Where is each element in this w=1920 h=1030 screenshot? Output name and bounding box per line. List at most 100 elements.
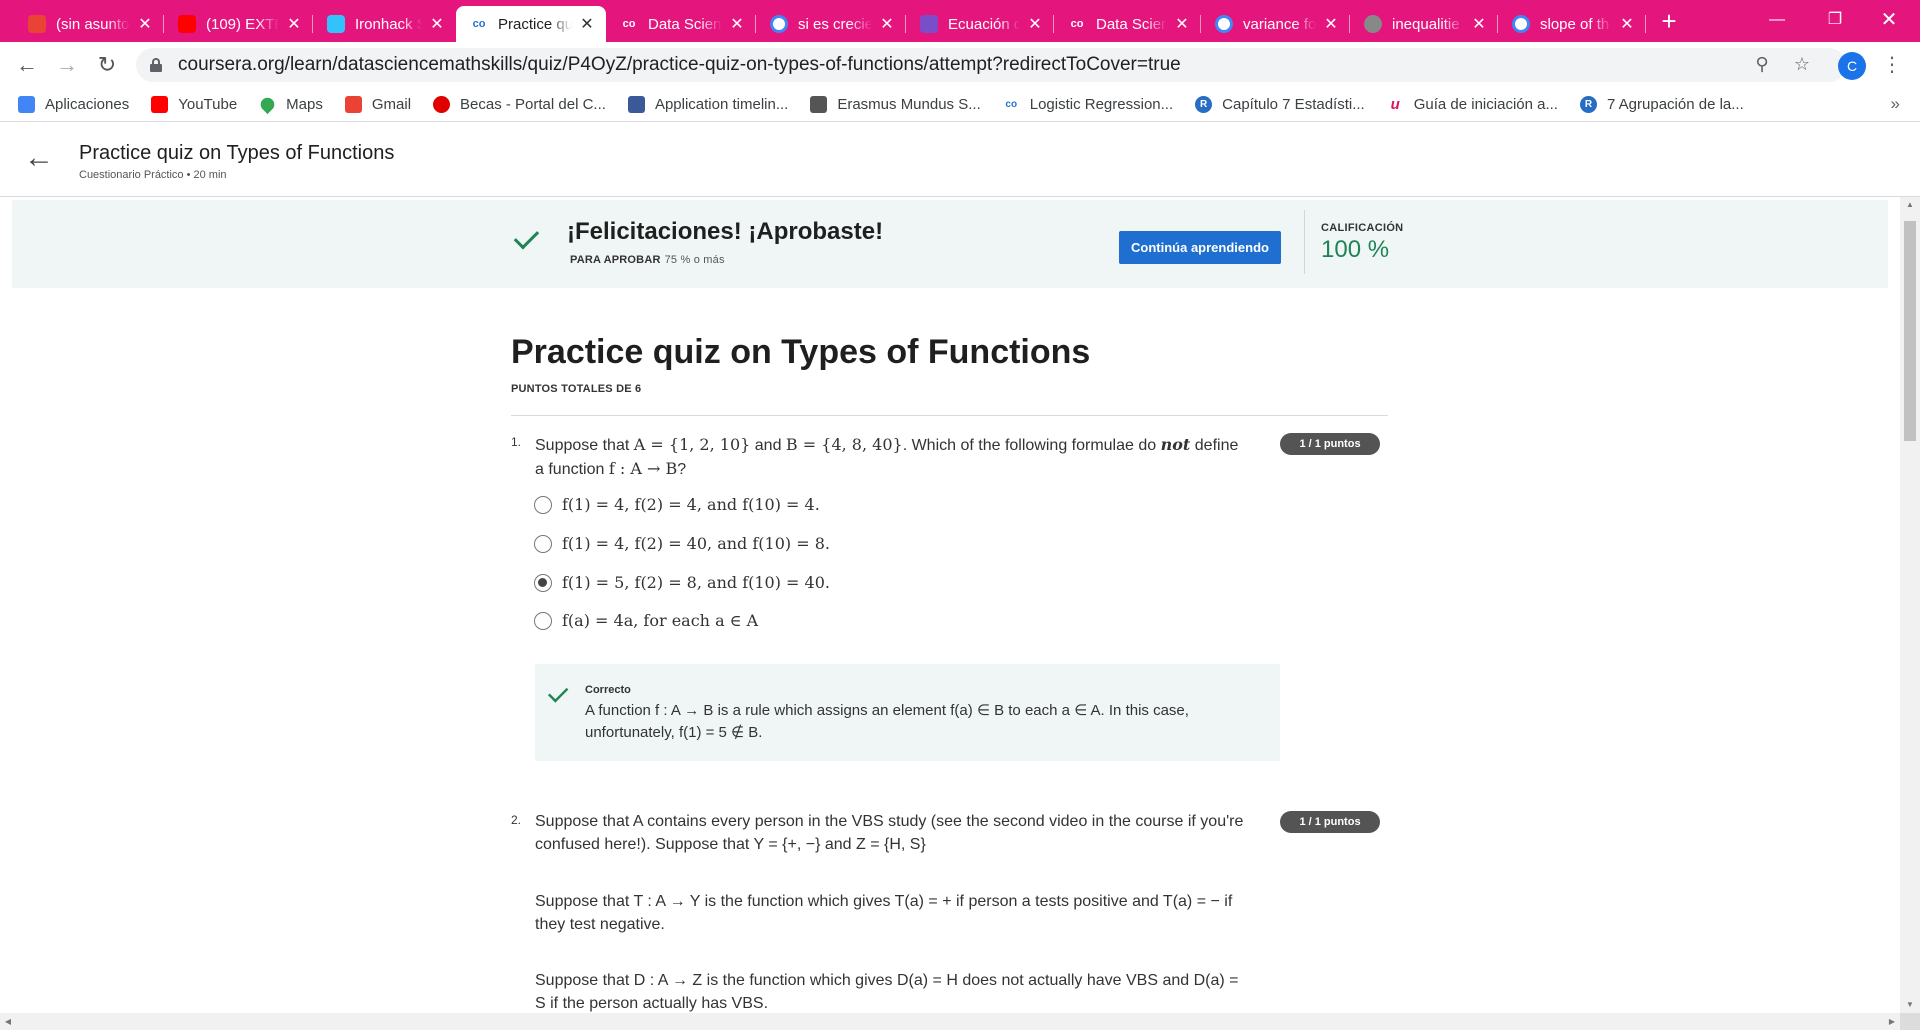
answer-option[interactable]: f(1) = 4, f(2) = 4, and f(10) = 4.	[534, 495, 820, 514]
horizontal-scrollbar[interactable]: ◀ ▶	[0, 1013, 1900, 1030]
tab-label: (109) EXTR	[206, 15, 279, 33]
apps-grid-icon	[18, 96, 35, 113]
close-tab-icon[interactable]: ✕	[1618, 14, 1636, 34]
browser-tab[interactable]: (109) EXTR ✕	[164, 6, 313, 42]
radio-button[interactable]	[534, 534, 552, 553]
answer-option-selected[interactable]: f(1) = 5, f(2) = 8, and f(10) = 40.	[534, 573, 830, 592]
main-content: ¡Felicitaciones! ¡Aprobaste! PARA APROBA…	[0, 197, 1900, 1013]
r-icon: R	[1579, 96, 1597, 113]
bookmarks-bar: Aplicaciones YouTube Maps Gmail Becas - Port…	[0, 88, 1920, 122]
browser-tab[interactable]: si es crecie ✕	[756, 6, 906, 42]
close-tab-icon[interactable]: ✕	[1026, 14, 1044, 34]
new-tab-button[interactable]: +	[1654, 6, 1684, 36]
answer-option[interactable]: f(1) = 4, f(2) = 40, and f(10) = 8.	[534, 534, 830, 553]
more-bookmarks-icon[interactable]: »	[1891, 94, 1900, 114]
close-tab-icon[interactable]: ✕	[878, 14, 896, 34]
restore-window-button[interactable]: ❐	[1812, 0, 1858, 40]
profile-avatar[interactable]: C	[1838, 52, 1866, 80]
scroll-left-icon[interactable]: ◀	[0, 1013, 16, 1030]
close-tab-icon[interactable]: ✕	[136, 14, 154, 34]
bookmark-item[interactable]: Becas - Portal del C...	[433, 96, 606, 113]
browser-tab[interactable]: Ecuación d ✕	[906, 6, 1054, 42]
radio-button[interactable]	[534, 495, 552, 514]
bookmark-item[interactable]: Aplicaciones	[18, 96, 129, 113]
erasmus-icon	[810, 96, 828, 113]
radio-button-selected[interactable]	[534, 573, 552, 592]
browser-tab[interactable]: Ironhack S ✕	[313, 6, 456, 42]
close-tab-icon[interactable]: ✕	[428, 14, 446, 34]
browser-tab[interactable]: (sin asunto ✕	[14, 6, 164, 42]
gmail-icon	[344, 96, 362, 113]
bookmark-label: Application timelin...	[654, 96, 789, 113]
zoom-icon[interactable]: ⚲	[1750, 54, 1774, 76]
url-text[interactable]: coursera.org/learn/datasciencemathskills…	[178, 54, 1181, 76]
total-points: PUNTOS TOTALES DE 6	[511, 383, 642, 395]
back-arrow-icon[interactable]: ←	[24, 143, 54, 174]
bookmark-item[interactable]: Gmail	[344, 96, 412, 113]
application-icon	[627, 96, 645, 113]
forward-arrow-icon[interactable]: →	[52, 50, 82, 80]
gmail-icon	[28, 15, 46, 33]
tab-label: Ecuación d	[948, 15, 1020, 33]
question-text: Suppose that A contains every person in …	[535, 813, 1244, 853]
close-tab-icon[interactable]: ✕	[285, 14, 303, 34]
grade-label: CALIFICACIÓN	[1321, 222, 1404, 234]
close-tab-icon[interactable]: ✕	[578, 14, 596, 34]
scroll-right-icon[interactable]: ▶	[1884, 1013, 1900, 1030]
tab-label: variance fo	[1243, 15, 1316, 33]
bookmark-label: Gmail	[371, 96, 412, 113]
google-icon	[1512, 15, 1530, 33]
question-number: 1.	[511, 435, 522, 449]
close-tab-icon[interactable]: ✕	[1322, 14, 1340, 34]
google-icon	[1215, 15, 1233, 33]
header-title: Practice quiz on Types of Functions	[79, 142, 395, 164]
close-tab-icon[interactable]: ✕	[1173, 14, 1191, 34]
quiz-title: Practice quiz on Types of Functions	[511, 333, 1091, 371]
bookmark-item[interactable]: R Capítulo 7 Estadísti...	[1195, 96, 1365, 113]
bookmark-star-icon[interactable]: ☆	[1790, 54, 1814, 76]
bookmark-item[interactable]: Application timelin...	[627, 96, 789, 113]
feedback-label: Correcto	[585, 684, 631, 696]
bookmark-item[interactable]: u Guía de iniciación a...	[1387, 96, 1558, 113]
bookmark-item[interactable]: co Logistic Regression...	[1003, 96, 1173, 113]
bookmark-label: 7 Agrupación de la...	[1606, 96, 1744, 113]
browser-tab[interactable]: variance fo ✕	[1201, 6, 1350, 42]
scrollbar-thumb[interactable]	[1904, 221, 1916, 441]
sparkle-icon	[920, 15, 938, 33]
continue-learning-button[interactable]: Continúa aprendiendo	[1119, 231, 1281, 264]
close-window-button[interactable]: ✕	[1866, 0, 1912, 40]
back-arrow-icon[interactable]: ←	[12, 50, 42, 80]
banner-title: ¡Felicitaciones! ¡Aprobaste!	[567, 218, 884, 245]
address-bar[interactable]: coursera.org/learn/datasciencemathskills…	[136, 48, 1846, 82]
coursera-icon: co	[622, 18, 636, 30]
bookmark-item[interactable]: YouTube	[151, 96, 237, 113]
feedback-box: Correcto A function f : A → B is a rule …	[535, 664, 1280, 761]
feedback-text: A function f : A → B is a rule which ass…	[585, 702, 1189, 741]
browser-tab[interactable]: co Data Scien ✕	[606, 6, 756, 42]
answer-option[interactable]: f(a) = 4a, for each a ∈ A	[534, 611, 758, 630]
youtube-icon	[151, 96, 169, 113]
points-badge: 1 / 1 puntos	[1280, 811, 1380, 833]
close-tab-icon[interactable]: ✕	[728, 14, 746, 34]
scrollbar-corner	[1900, 1013, 1920, 1030]
browser-menu-icon[interactable]: ⋮	[1882, 52, 1902, 80]
browser-tab[interactable]: inequalitie ✕	[1350, 6, 1498, 42]
question-number: 2.	[511, 813, 522, 827]
checkmark-icon	[526, 224, 554, 246]
scroll-up-icon[interactable]: ▲	[1900, 197, 1920, 213]
browser-tab[interactable]: co Practice qu ✕	[456, 6, 606, 42]
bookmark-item[interactable]: Erasmus Mundus S...	[810, 96, 981, 113]
close-tab-icon[interactable]: ✕	[1470, 14, 1488, 34]
reload-icon[interactable]: ↻	[92, 50, 122, 80]
vertical-scrollbar[interactable]: ▲ ▼	[1900, 197, 1920, 1013]
browser-tab[interactable]: co Data Scien ✕	[1054, 6, 1201, 42]
bookmark-item[interactable]: Maps	[258, 94, 323, 115]
radio-button[interactable]	[534, 611, 552, 630]
bookmark-item[interactable]: R 7 Agrupación de la...	[1579, 96, 1744, 113]
minimize-window-button[interactable]: —	[1754, 0, 1800, 40]
browser-tab[interactable]: slope of th ✕	[1498, 6, 1646, 42]
scroll-down-icon[interactable]: ▼	[1900, 997, 1920, 1013]
youtube-icon	[178, 15, 196, 33]
bookmark-label: YouTube	[178, 96, 238, 113]
tab-separator	[1645, 15, 1646, 33]
